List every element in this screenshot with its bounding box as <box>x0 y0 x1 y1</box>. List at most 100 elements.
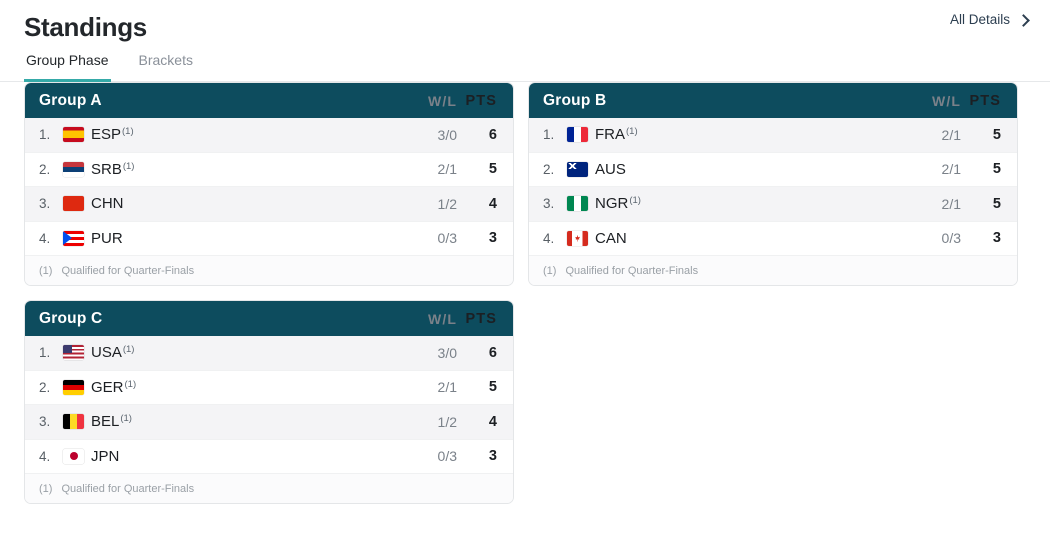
flag-nigeria-icon <box>567 196 588 212</box>
flag-japan-icon <box>63 448 84 464</box>
footnote-marker: (1) <box>39 482 53 495</box>
team-name: AUS <box>595 161 919 178</box>
team-name: CHN <box>91 195 415 212</box>
table-row[interactable]: 3. NGR (1) 2/1 5 <box>529 187 1017 222</box>
team-points: 6 <box>488 126 497 143</box>
team-rank: 1. <box>39 345 51 361</box>
team-name: SRB (1) <box>91 161 415 178</box>
table-row[interactable]: 2. GER (1) 2/1 5 <box>25 370 513 405</box>
column-header-wl: W/L <box>428 92 457 109</box>
team-code: USA <box>91 344 122 362</box>
team-points: 5 <box>992 195 1001 212</box>
team-points: 3 <box>992 230 1001 247</box>
table-row[interactable]: 3. BEL (1) 1/2 4 <box>25 405 513 440</box>
table-row[interactable]: 3. CHN 1/2 4 <box>25 187 513 222</box>
group-card-header: Group B W/L PTS <box>529 83 1017 118</box>
table-row[interactable]: 4. CAN 0/3 3 <box>529 221 1017 256</box>
qualified-marker: (1) <box>122 126 134 138</box>
team-points: 3 <box>488 448 497 465</box>
team-rank: 4. <box>39 448 51 464</box>
column-header-wl: W/L <box>932 92 961 109</box>
tab-group-phase[interactable]: Group Phase <box>24 43 111 82</box>
team-rank: 2. <box>543 161 555 177</box>
team-code: BEL <box>91 413 120 431</box>
page-title: Standings <box>24 12 147 42</box>
group-card-header: Group C W/L PTS <box>25 301 513 336</box>
group-card: Group B W/L PTS 1. FRA (1) 2/1 5 2. AUS 2/1 5 3. NGR(… <box>528 82 1018 286</box>
footnote-marker: (1) <box>39 264 53 277</box>
group-name: Group B <box>543 91 607 109</box>
table-row[interactable]: 1. USA (1) 3/0 6 <box>25 336 513 371</box>
column-header-pts: PTS <box>969 92 1001 109</box>
team-name: CAN <box>595 230 919 247</box>
team-record: 0/3 <box>437 448 457 465</box>
team-rank: 3. <box>543 196 555 212</box>
table-row[interactable]: 1. FRA (1) 2/1 5 <box>529 118 1017 153</box>
team-record: 1/2 <box>437 195 457 212</box>
team-code: FRA <box>595 126 625 144</box>
team-record: 2/1 <box>437 161 457 178</box>
team-record: 0/3 <box>941 230 961 247</box>
qualified-marker: (1) <box>629 195 641 207</box>
team-name: USA (1) <box>91 344 415 361</box>
column-header-wl: W/L <box>428 310 457 327</box>
group-cards-container: Group A W/L PTS 1. ESP (1) 3/0 6 2. SRB (1) 2/1 5 3. C… <box>0 82 1050 504</box>
team-points: 6 <box>488 344 497 361</box>
team-record: 2/1 <box>941 161 961 178</box>
team-code: NGR <box>595 195 629 213</box>
team-points: 4 <box>488 195 497 212</box>
page-header: Standings All Details Group Phase Bracket… <box>0 0 1050 82</box>
team-points: 5 <box>488 379 497 396</box>
all-details-label: All Details <box>949 12 1010 27</box>
team-name: BEL (1) <box>91 413 415 430</box>
footnote-text: Qualified for Quarter-Finals <box>61 264 195 277</box>
group-card-header: Group A W/L PTS <box>25 83 513 118</box>
table-row[interactable]: 4. JPN 0/3 3 <box>25 439 513 474</box>
team-rank: 3. <box>39 196 51 212</box>
flag-france-icon <box>567 127 588 143</box>
team-rank: 2. <box>39 379 51 395</box>
team-name: GER (1) <box>91 379 415 396</box>
team-code: AUS <box>595 160 626 178</box>
table-row[interactable]: 2. SRB (1) 2/1 5 <box>25 152 513 187</box>
footnote-text: Qualified for Quarter-Finals <box>565 264 699 277</box>
team-record: 1/2 <box>437 413 457 430</box>
table-row[interactable]: 4. PUR 0/3 3 <box>25 221 513 256</box>
team-rank: 1. <box>39 127 51 143</box>
group-footnote: (1) Qualified for Quarter-Finals <box>25 256 513 285</box>
team-record: 2/1 <box>941 195 961 212</box>
qualified-marker: (1) <box>626 126 638 138</box>
table-row[interactable]: 1. ESP (1) 3/0 6 <box>25 118 513 153</box>
team-points: 5 <box>992 126 1001 143</box>
team-code: PUR <box>91 229 123 247</box>
table-row[interactable]: 2. AUS 2/1 5 <box>529 152 1017 187</box>
team-code: JPN <box>91 447 120 465</box>
flag-canada-icon <box>567 230 588 246</box>
team-code: CAN <box>595 229 627 247</box>
team-name: NGR (1) <box>595 195 919 212</box>
flag-australia-icon <box>567 161 588 177</box>
flag-united-states-icon <box>63 345 84 361</box>
tab-brackets[interactable]: Brackets <box>137 43 195 82</box>
group-footnote: (1) Qualified for Quarter-Finals <box>529 256 1017 285</box>
qualified-marker: (1) <box>120 413 132 425</box>
group-card: Group A W/L PTS 1. ESP (1) 3/0 6 2. SRB (1) 2/1 5 3. C… <box>24 82 514 286</box>
team-record: 3/0 <box>437 344 457 361</box>
column-header-pts: PTS <box>465 310 497 327</box>
qualified-marker: (1) <box>124 378 137 390</box>
team-record: 2/1 <box>437 379 457 396</box>
flag-china-icon <box>63 196 84 212</box>
team-name: FRA (1) <box>595 126 919 143</box>
flag-puerto-rico-icon <box>63 230 84 246</box>
team-points: 4 <box>488 413 497 430</box>
team-rank: 4. <box>543 230 555 246</box>
team-name: ESP (1) <box>91 126 415 143</box>
team-record: 0/3 <box>437 230 457 247</box>
team-name: JPN <box>91 448 415 465</box>
all-details-link[interactable]: All Details <box>949 10 1030 30</box>
team-code: CHN <box>91 195 124 213</box>
team-points: 3 <box>488 230 497 247</box>
tab-bar: Group Phase Brackets <box>24 43 221 82</box>
team-code: SRB <box>91 160 122 178</box>
footnote-marker: (1) <box>543 264 557 277</box>
